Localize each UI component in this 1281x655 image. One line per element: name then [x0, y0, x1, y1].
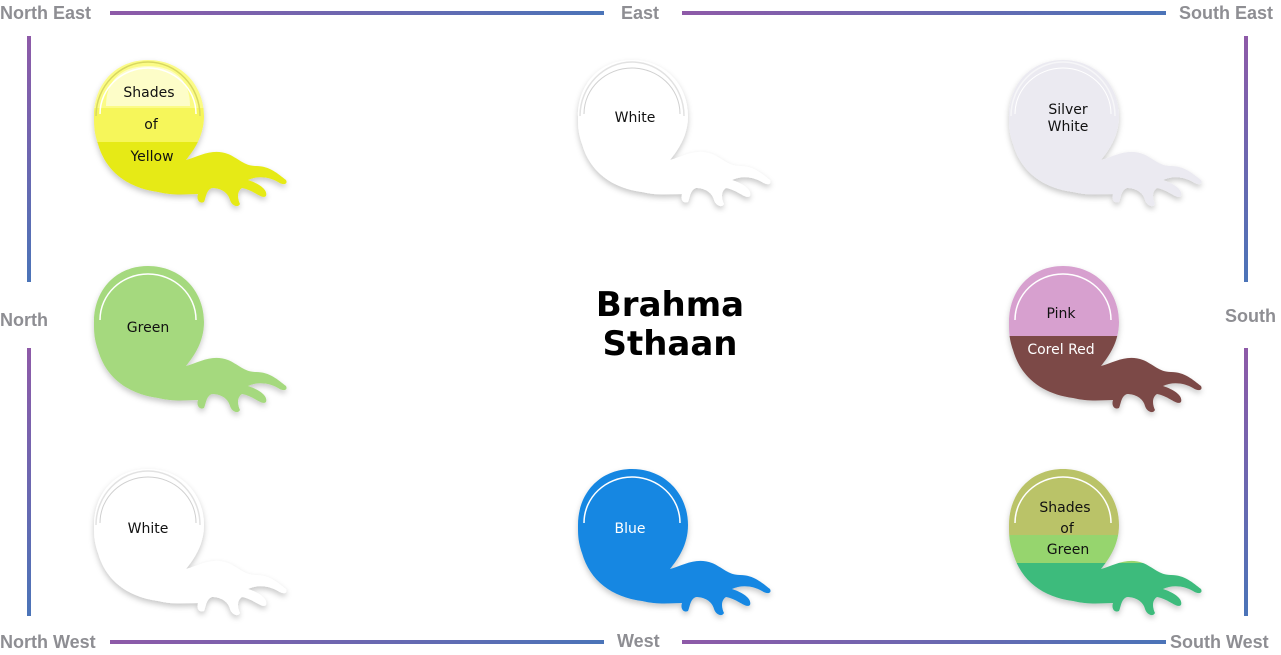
border-top-left [110, 11, 604, 15]
paint-north-east-yellow: Shades of Yellow [88, 56, 318, 216]
paint-label: White [127, 521, 169, 537]
direction-west: West [617, 631, 660, 651]
border-right-bottom [1244, 348, 1248, 616]
paint-label-bottom: Corel Red [1027, 342, 1095, 358]
border-top-right [682, 11, 1166, 15]
direction-north: North [0, 310, 48, 330]
paint-label-line1: Shades [1039, 500, 1091, 516]
direction-north-west: North West [0, 632, 96, 652]
direction-south-east: South East [1179, 3, 1274, 23]
paint-label: White [614, 110, 656, 126]
paint-label-line1: Silver [1048, 102, 1088, 118]
paint-west-blue: Blue [572, 465, 802, 625]
brahma-sthaan-title: Brahma Sthaan [560, 286, 780, 364]
paint-north-green: Green [88, 262, 318, 422]
border-bottom-right [682, 640, 1166, 644]
border-left-top [27, 36, 31, 282]
border-right-top [1244, 36, 1248, 282]
paint-label-line2: of [144, 117, 158, 133]
title-line-1: Brahma [595, 285, 745, 325]
paint-label-top: Pink [1046, 306, 1076, 322]
paint-south-pink-corel-red: Pink Corel Red [1003, 262, 1233, 422]
paint-label-line2: of [1060, 521, 1074, 537]
paint-north-west-white: White [88, 465, 318, 625]
paint-east-white: White [572, 56, 802, 216]
title-line-2: Sthaan [602, 324, 738, 364]
direction-south-west: South West [1170, 632, 1269, 652]
direction-east: East [621, 3, 660, 23]
paint-label-line3: Green [1046, 542, 1090, 558]
paint-south-west-green-shades: Shades of Green [1003, 465, 1233, 625]
border-left-bottom [27, 348, 31, 616]
paint-label-line3: Yellow [130, 149, 174, 165]
border-bottom-left [110, 640, 604, 644]
paint-south-east-silver-white: Silver White [1003, 56, 1233, 216]
paint-label-line1: Shades [123, 85, 175, 101]
paint-label: Blue [614, 521, 646, 537]
paint-label-line2: White [1047, 119, 1089, 135]
direction-north-east: North East [0, 3, 92, 23]
paint-label: Green [126, 320, 170, 336]
